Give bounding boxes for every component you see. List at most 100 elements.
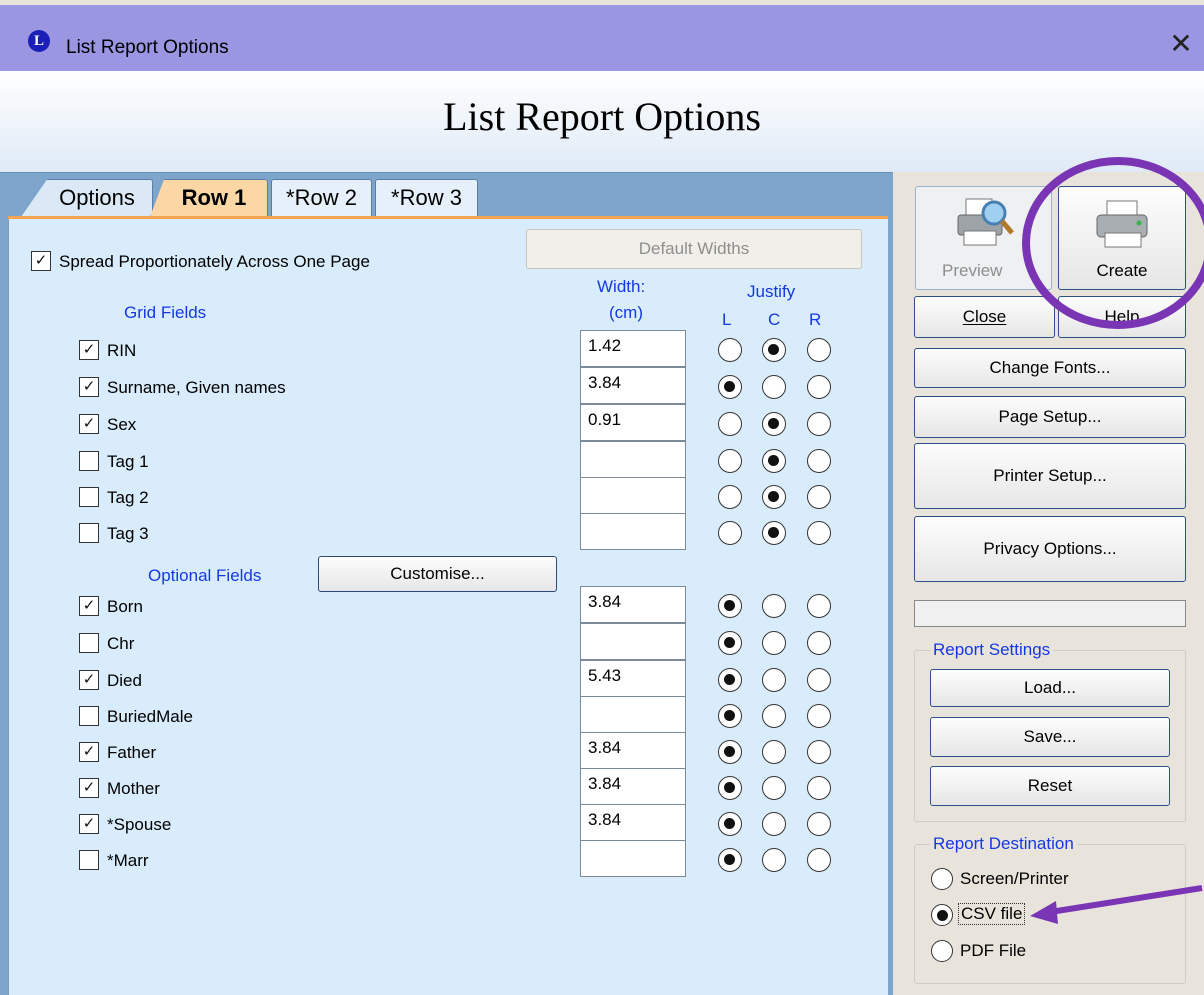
- dest-csv-radio[interactable]: [931, 904, 953, 926]
- justify-col-center: C: [768, 310, 781, 329]
- window-close-button[interactable]: ✕: [1166, 29, 1196, 59]
- field-checkbox[interactable]: ✓: [79, 778, 99, 798]
- justify-right-radio[interactable]: [807, 449, 831, 473]
- spread-proportionately-checkbox[interactable]: ✓: [31, 251, 51, 271]
- justify-left-radio[interactable]: [718, 412, 742, 436]
- field-width-input[interactable]: 5.43: [580, 660, 686, 697]
- justify-center-radio[interactable]: [762, 631, 786, 655]
- field-checkbox[interactable]: ✓: [79, 670, 99, 690]
- justify-right-radio[interactable]: [807, 338, 831, 362]
- justify-center-radio[interactable]: [762, 704, 786, 728]
- load-settings-button[interactable]: Load...: [930, 669, 1170, 707]
- create-button[interactable]: Create: [1058, 186, 1186, 290]
- field-width-input[interactable]: [580, 696, 686, 733]
- justify-left-radio[interactable]: [718, 631, 742, 655]
- optional-fields-heading: Optional Fields: [148, 566, 262, 585]
- field-checkbox[interactable]: [79, 451, 99, 471]
- justify-center-radio[interactable]: [762, 412, 786, 436]
- change-fonts-button[interactable]: Change Fonts...: [914, 348, 1186, 388]
- privacy-options-label: Privacy Options...: [983, 539, 1117, 558]
- field-checkbox[interactable]: ✓: [79, 814, 99, 834]
- field-width-input[interactable]: [580, 840, 686, 877]
- default-widths-button[interactable]: Default Widths: [526, 229, 862, 269]
- help-button[interactable]: Help: [1058, 296, 1186, 338]
- spread-proportionately-label: Spread Proportionately Across One Page: [59, 252, 370, 271]
- field-width-input[interactable]: 3.84: [580, 732, 686, 769]
- help-label: Help: [1104, 307, 1140, 326]
- justify-right-radio[interactable]: [807, 812, 831, 836]
- field-width-input[interactable]: 3.84: [580, 768, 686, 805]
- field-width-input[interactable]: [580, 477, 686, 514]
- justify-center-radio[interactable]: [762, 594, 786, 618]
- dest-screen-printer-radio[interactable]: [931, 868, 953, 890]
- justify-right-radio[interactable]: [807, 848, 831, 872]
- tab-row-1[interactable]: Row 1: [150, 179, 268, 217]
- field-checkbox[interactable]: [79, 487, 99, 507]
- justify-right-radio[interactable]: [807, 631, 831, 655]
- justify-center-radio[interactable]: [762, 449, 786, 473]
- justify-right-radio[interactable]: [807, 594, 831, 618]
- field-width-input[interactable]: 0.91: [580, 404, 686, 441]
- justify-center-radio[interactable]: [762, 668, 786, 692]
- justify-center-radio[interactable]: [762, 338, 786, 362]
- justify-center-radio[interactable]: [762, 485, 786, 509]
- justify-center-radio[interactable]: [762, 812, 786, 836]
- justify-header: Justify: [747, 282, 796, 301]
- privacy-options-button[interactable]: Privacy Options...: [914, 516, 1186, 582]
- justify-center-radio[interactable]: [762, 776, 786, 800]
- justify-center-radio[interactable]: [762, 375, 786, 399]
- tab-row-2[interactable]: *Row 2: [271, 179, 372, 217]
- justify-left-radio[interactable]: [718, 449, 742, 473]
- field-checkbox[interactable]: ✓: [79, 742, 99, 762]
- field-width-input[interactable]: [580, 623, 686, 660]
- justify-right-radio[interactable]: [807, 776, 831, 800]
- justify-left-radio[interactable]: [718, 848, 742, 872]
- field-width-input[interactable]: 1.42: [580, 330, 686, 367]
- field-width-input[interactable]: [580, 441, 686, 478]
- justify-right-radio[interactable]: [807, 521, 831, 545]
- justify-left-radio[interactable]: [718, 776, 742, 800]
- field-checkbox[interactable]: [79, 633, 99, 653]
- create-label: Create: [1096, 261, 1148, 280]
- field-checkbox[interactable]: [79, 850, 99, 870]
- preview-button[interactable]: Preview: [915, 186, 1052, 290]
- justify-right-radio[interactable]: [807, 412, 831, 436]
- customise-button[interactable]: Customise...: [318, 556, 557, 592]
- justify-left-radio[interactable]: [718, 812, 742, 836]
- justify-right-radio[interactable]: [807, 704, 831, 728]
- justify-left-radio[interactable]: [718, 485, 742, 509]
- justify-left-radio[interactable]: [718, 375, 742, 399]
- justify-left-radio[interactable]: [718, 338, 742, 362]
- justify-right-radio[interactable]: [807, 740, 831, 764]
- tab-row-1-label: Row 1: [181, 185, 247, 210]
- justify-right-radio[interactable]: [807, 485, 831, 509]
- justify-right-radio[interactable]: [807, 668, 831, 692]
- field-width-input[interactable]: [580, 513, 686, 550]
- field-label: Mother: [107, 779, 160, 798]
- field-checkbox[interactable]: ✓: [79, 414, 99, 434]
- field-checkbox[interactable]: ✓: [79, 340, 99, 360]
- justify-left-radio[interactable]: [718, 740, 742, 764]
- justify-left-radio[interactable]: [718, 521, 742, 545]
- field-checkbox[interactable]: [79, 706, 99, 726]
- field-width-input[interactable]: 3.84: [580, 367, 686, 404]
- save-settings-button[interactable]: Save...: [930, 717, 1170, 757]
- field-width-input[interactable]: 3.84: [580, 586, 686, 623]
- justify-center-radio[interactable]: [762, 521, 786, 545]
- page-setup-button[interactable]: Page Setup...: [914, 396, 1186, 438]
- justify-right-radio[interactable]: [807, 375, 831, 399]
- dest-pdf-radio[interactable]: [931, 940, 953, 962]
- justify-center-radio[interactable]: [762, 740, 786, 764]
- field-checkbox[interactable]: ✓: [79, 377, 99, 397]
- reset-settings-button[interactable]: Reset: [930, 766, 1170, 806]
- tab-row-3[interactable]: *Row 3: [375, 179, 478, 217]
- field-checkbox[interactable]: [79, 523, 99, 543]
- justify-left-radio[interactable]: [718, 594, 742, 618]
- field-checkbox[interactable]: ✓: [79, 596, 99, 616]
- justify-left-radio[interactable]: [718, 704, 742, 728]
- close-button[interactable]: Close: [914, 296, 1055, 338]
- justify-center-radio[interactable]: [762, 848, 786, 872]
- printer-setup-button[interactable]: Printer Setup...: [914, 443, 1186, 509]
- justify-left-radio[interactable]: [718, 668, 742, 692]
- field-width-input[interactable]: 3.84: [580, 804, 686, 841]
